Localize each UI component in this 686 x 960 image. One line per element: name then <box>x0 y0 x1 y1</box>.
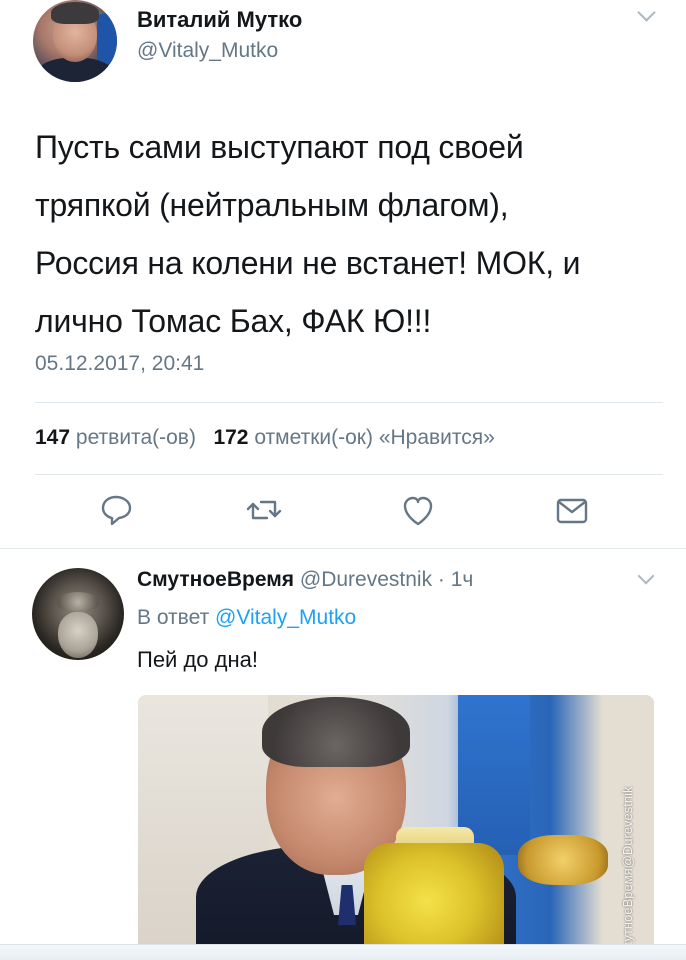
retweet-stat[interactable]: 147 ретвита(-ов) <box>35 426 196 449</box>
heart-icon <box>403 496 433 526</box>
reply-time[interactable]: · 1ч <box>438 568 473 591</box>
chevron-down-icon[interactable] <box>637 3 656 22</box>
tweet-text-line: тряпкой (нейтральным флагом), <box>35 187 509 223</box>
main-tweet: Виталий Мутко @Vitaly_Mutko Пусть сами в… <box>0 0 686 548</box>
tweet-stats: 147 ретвита(-ов) 172 отметки(-ок) «Нрави… <box>35 426 495 450</box>
author-name[interactable]: Виталий Мутко <box>137 7 302 33</box>
divider <box>35 474 663 475</box>
envelope-icon <box>556 498 588 524</box>
reply-media-image[interactable]: СмутноеВремя@Durevestnik <box>138 695 654 960</box>
reply-tweet: СмутноеВремя @Durevestnik · 1ч В ответ @… <box>0 549 686 960</box>
tweet-timestamp[interactable]: 05.12.2017, 20:41 <box>35 352 204 376</box>
reply-header: СмутноеВремя @Durevestnik · 1ч <box>137 568 473 592</box>
reply-author-handle[interactable]: @Durevestnik <box>300 568 432 591</box>
tweet-actions <box>0 490 686 534</box>
like-stat[interactable]: 172 отметки(-ок) «Нравится» <box>213 426 494 449</box>
like-button[interactable] <box>398 490 438 530</box>
reply-button[interactable] <box>96 490 136 530</box>
reply-author-avatar[interactable] <box>32 568 124 660</box>
reply-prefix: В ответ <box>137 606 210 629</box>
retweet-label: ретвита(-ов) <box>75 426 196 449</box>
bottom-bar <box>0 944 686 960</box>
chevron-down-icon[interactable] <box>637 567 655 585</box>
author-avatar[interactable] <box>33 0 117 82</box>
tweet-text-line: Россия на колени не встанет! МОК, и <box>35 245 581 281</box>
tweet-text-line: Пусть сами выступают под своей <box>35 129 524 165</box>
reply-icon <box>101 495 132 526</box>
reply-context: В ответ @Vitaly_Mutko <box>137 606 356 630</box>
reply-mention-link[interactable]: @Vitaly_Mutko <box>215 606 356 629</box>
media-watermark: СмутноеВремя@Durevestnik <box>620 786 635 960</box>
author-handle[interactable]: @Vitaly_Mutko <box>137 39 278 63</box>
tweet-text: Пусть сами выступают под своей тряпкой (… <box>35 118 655 350</box>
retweet-button[interactable] <box>244 490 284 530</box>
divider <box>35 402 663 403</box>
retweet-icon <box>246 500 282 520</box>
direct-message-button[interactable] <box>552 490 592 530</box>
reply-text: Пей до дна! <box>137 647 258 672</box>
reply-author-name[interactable]: СмутноеВремя <box>137 568 294 591</box>
twitter-thread-screen: Виталий Мутко @Vitaly_Mutko Пусть сами в… <box>0 0 686 960</box>
like-count: 172 <box>213 426 249 449</box>
like-label: отметки(-ок) «Нравится» <box>254 426 495 449</box>
retweet-count: 147 <box>35 426 71 449</box>
tweet-text-line: лично Томас Бах, ФАК Ю!!! <box>35 303 432 339</box>
